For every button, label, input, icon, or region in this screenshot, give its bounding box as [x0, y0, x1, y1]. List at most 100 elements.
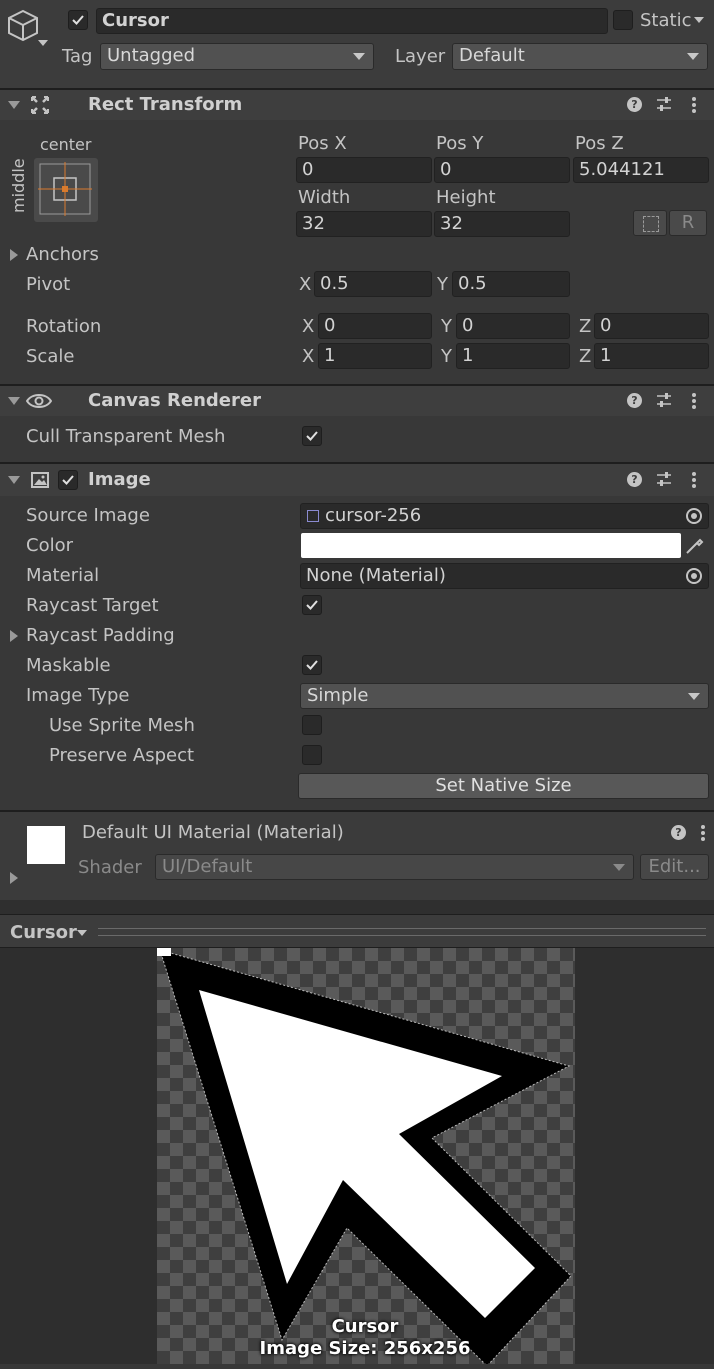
dotted-rect-icon	[643, 216, 659, 232]
sprite-icon	[307, 510, 319, 522]
pivot-x-axis-label[interactable]: X	[299, 274, 311, 296]
scale-z-field[interactable]: 1	[594, 343, 709, 369]
sliders-icon[interactable]	[656, 471, 672, 487]
kebab-menu-icon[interactable]	[692, 472, 696, 490]
set-native-size-button[interactable]: Set Native Size	[298, 773, 709, 799]
scale-y-field[interactable]: 1	[456, 343, 570, 369]
pos-x-label: Pos X	[298, 133, 347, 154]
image-enabled-checkbox[interactable]	[58, 470, 78, 490]
material-foldout-icon[interactable]	[10, 872, 18, 884]
kebab-menu-icon[interactable]	[692, 393, 696, 411]
anchor-presets-button[interactable]	[34, 158, 98, 222]
canvas-renderer-header[interactable]: Canvas Renderer ?	[0, 386, 714, 416]
source-image-label: Source Image	[26, 505, 150, 526]
scale-x-field[interactable]: 1	[318, 343, 432, 369]
object-picker-icon[interactable]	[686, 508, 702, 524]
anchors-foldout-icon[interactable]	[10, 249, 18, 261]
layer-value: Default	[459, 45, 525, 66]
rect-transform-header[interactable]: Rect Transform ?	[0, 90, 714, 120]
pos-y-field[interactable]: 0	[434, 157, 570, 183]
raycast-padding-label[interactable]: Raycast Padding	[26, 625, 175, 647]
static-checkbox[interactable]	[613, 10, 633, 30]
object-name-field[interactable]: Cursor	[96, 8, 608, 34]
kebab-menu-icon[interactable]	[701, 825, 705, 843]
blueprint-mode-button[interactable]	[633, 210, 667, 236]
sliders-icon[interactable]	[656, 96, 672, 112]
eyedropper-icon[interactable]	[684, 534, 706, 556]
pos-x-field[interactable]: 0	[296, 157, 432, 183]
eye-icon	[25, 392, 53, 410]
maskable-checkbox[interactable]	[302, 655, 322, 675]
rotation-x-field[interactable]: 0	[318, 313, 432, 339]
help-icon[interactable]: ?	[627, 472, 642, 487]
edit-shader-button[interactable]: Edit...	[640, 854, 709, 880]
kebab-menu-icon[interactable]	[692, 97, 696, 115]
chevron-down-icon[interactable]	[38, 40, 48, 46]
image-component-icon	[30, 471, 50, 489]
static-label[interactable]: Static	[640, 10, 691, 32]
material-value: None (Material)	[306, 565, 446, 586]
height-field[interactable]: 32	[434, 211, 570, 237]
height-label: Height	[436, 187, 496, 208]
component-title: Rect Transform	[88, 94, 243, 115]
foldout-arrow-icon[interactable]	[8, 101, 20, 109]
preview-caption-size: Image Size: 256x256	[259, 1338, 471, 1359]
preserve-aspect-label: Preserve Aspect	[49, 745, 195, 766]
preserve-aspect-checkbox[interactable]	[302, 745, 322, 765]
pivot-y-field[interactable]: 0.5	[452, 271, 570, 297]
help-icon[interactable]: ?	[671, 825, 686, 840]
scale-y-axis-label[interactable]: Y	[441, 346, 452, 368]
scale-x-axis-label[interactable]: X	[302, 346, 314, 368]
material-field[interactable]: None (Material)	[300, 563, 709, 589]
foldout-arrow-icon[interactable]	[8, 476, 20, 484]
shader-label: Shader	[78, 857, 142, 878]
material-preview-swatch	[27, 826, 65, 864]
rotation-y-field[interactable]: 0	[456, 313, 570, 339]
shader-dropdown[interactable]: UI/Default	[155, 854, 634, 880]
preview-toolbar: Cursor	[0, 914, 714, 948]
preview-area: Cursor Image Size: 256x256	[0, 948, 714, 1367]
pos-z-field[interactable]: 5.044121	[573, 157, 709, 183]
cull-transparent-mesh-checkbox[interactable]	[302, 426, 322, 446]
sliders-icon[interactable]	[656, 392, 672, 408]
raycast-padding-foldout-icon[interactable]	[10, 630, 18, 642]
image-type-dropdown[interactable]: Simple	[300, 683, 709, 709]
maskable-label: Maskable	[26, 655, 111, 676]
help-icon[interactable]: ?	[627, 97, 642, 112]
preview-resize-handle[interactable]	[98, 928, 706, 936]
scale-z-axis-label[interactable]: Z	[579, 346, 591, 368]
cube-icon[interactable]	[6, 8, 40, 42]
foldout-arrow-icon[interactable]	[8, 397, 20, 405]
rotation-z-axis-label[interactable]: Z	[579, 316, 591, 338]
raycast-target-checkbox[interactable]	[302, 595, 322, 615]
color-swatch[interactable]	[301, 533, 681, 558]
anchors-label[interactable]: Anchors	[26, 244, 99, 266]
rotation-z-field[interactable]: 0	[594, 313, 709, 339]
raw-edit-button[interactable]: R	[669, 210, 707, 236]
layer-dropdown[interactable]: Default	[452, 43, 708, 70]
material-section: Default UI Material (Material) ? Shader …	[0, 812, 714, 900]
source-image-field[interactable]: cursor-256	[300, 503, 709, 529]
preview-caption-name: Cursor	[331, 1316, 399, 1337]
chevron-down-icon[interactable]	[77, 930, 87, 936]
static-dropdown-icon[interactable]	[694, 17, 704, 23]
pivot-x-field[interactable]: 0.5	[314, 271, 432, 297]
use-sprite-mesh-checkbox[interactable]	[302, 715, 322, 735]
rect-transform-icon	[30, 95, 50, 115]
use-sprite-mesh-label: Use Sprite Mesh	[49, 715, 195, 736]
image-header[interactable]: Image ?	[0, 464, 714, 496]
scale-label: Scale	[26, 346, 75, 367]
width-field[interactable]: 32	[296, 211, 432, 237]
active-checkbox[interactable]	[68, 10, 88, 30]
tag-value: Untagged	[107, 45, 196, 66]
help-icon[interactable]: ?	[627, 393, 642, 408]
chevron-down-icon	[353, 53, 365, 60]
pivot-y-axis-label[interactable]: Y	[437, 274, 448, 296]
tag-dropdown[interactable]: Untagged	[100, 43, 374, 70]
rotation-y-axis-label[interactable]: Y	[441, 316, 452, 338]
rotation-x-axis-label[interactable]: X	[302, 316, 314, 338]
preview-dropdown[interactable]: Cursor	[10, 922, 77, 944]
image-type-value: Simple	[307, 685, 369, 706]
object-picker-icon[interactable]	[686, 568, 702, 584]
anchor-preset-v-label: middle	[9, 158, 28, 213]
